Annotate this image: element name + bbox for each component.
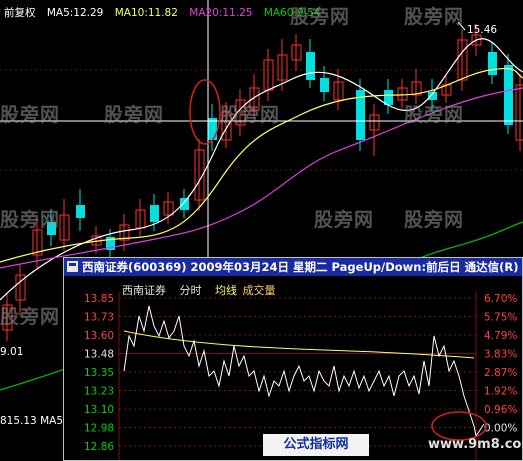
intraday-highlight-ellipse	[431, 411, 487, 441]
candle-body	[306, 52, 315, 80]
watermark-text: 股旁网	[290, 6, 351, 28]
price-mode-label: 前复权	[4, 7, 36, 19]
percent-tick: 4.79%	[484, 330, 517, 342]
watermark-text: 股旁网	[314, 209, 375, 231]
logo-badge: 公式指标网	[263, 434, 369, 456]
watermark-text: 股旁网	[0, 306, 61, 328]
candle	[76, 189, 85, 231]
time-share-label: 分时	[179, 284, 202, 297]
candle	[320, 66, 329, 101]
watermark-text: 股旁网	[220, 104, 281, 126]
percent-tick: 1.92%	[484, 386, 517, 398]
popup-title-bar[interactable]: 西南证券(600369) 2009年03月24日 星期二 PageUp/Down…	[64, 258, 522, 276]
candle	[135, 199, 146, 236]
candle-body	[504, 65, 513, 125]
avg-line-label: 均线	[215, 284, 237, 297]
candle	[504, 54, 513, 134]
candle	[208, 104, 217, 151]
percent-tick: 5.75%	[484, 312, 517, 324]
price-tick: 13.73	[84, 312, 114, 324]
intraday-popup[interactable]: 西南证券(600369) 2009年03月24日 星期二 PageUp/Down…	[63, 257, 523, 461]
candle-body	[384, 90, 393, 105]
volume-legend-label: 成交量	[242, 284, 276, 297]
candle	[180, 189, 189, 218]
watermark-text: 股旁网	[404, 104, 465, 126]
price-tick: 12.98	[84, 423, 114, 435]
candle	[306, 39, 315, 88]
low-price-label: 9.01	[0, 346, 23, 358]
percent-tick: 6.70%	[484, 293, 517, 305]
popup-title: 西南证券(600369) 2009年03月24日 星期二 PageUp/Down…	[82, 260, 519, 274]
window-icon	[67, 261, 78, 272]
candle	[488, 42, 497, 84]
candle	[263, 49, 274, 101]
watermark-text: 股旁网	[0, 104, 61, 126]
intraday-legend: 西南证券 分时 均线 成交量	[122, 282, 286, 298]
intraday-price-line	[123, 305, 485, 438]
candle-body	[76, 205, 85, 218]
candle	[291, 34, 302, 71]
candle	[515, 74, 523, 151]
price-tick: 13.85	[84, 293, 114, 305]
watermark-text: 股旁网	[0, 209, 61, 231]
watermark-text: 股旁网	[404, 209, 465, 231]
watermark-text: 股旁网	[104, 104, 165, 126]
price-tick: 13.23	[84, 386, 114, 398]
percent-tick: 0.00%	[484, 423, 517, 435]
intraday-chart[interactable]: 13.85 13.73 13.60 13.48 13.35 13.23 13.10 12.98…	[64, 276, 522, 460]
ma20-value: MA20:11.25	[189, 7, 253, 19]
ma10-line	[0, 67, 523, 263]
candle	[457, 29, 468, 91]
candle-body	[180, 198, 189, 210]
candle	[163, 192, 174, 224]
candle	[384, 79, 393, 114]
ma-legend: 前复权 MA5:12.29 MA10:11.82 MA20:11.25 MA60…	[4, 5, 328, 20]
stock-name-label: 西南证券	[122, 284, 166, 297]
site-label: www.9m8.com	[428, 437, 523, 452]
percent-tick: 2.87%	[484, 367, 517, 379]
price-tick: 13.48	[84, 349, 114, 361]
candle	[411, 69, 422, 104]
ma5-value: MA5:12.29	[46, 7, 104, 19]
candle	[59, 199, 70, 251]
candle	[369, 104, 380, 156]
candle-body	[488, 52, 497, 75]
candle-body	[320, 78, 329, 92]
price-tick: 12.86	[84, 441, 114, 453]
volume-label: 815.13 MA5	[0, 415, 63, 427]
watermark-text: 股旁网	[404, 6, 465, 28]
percent-tick: 0.96%	[484, 404, 517, 416]
highlight-ellipse	[189, 79, 221, 145]
percent-tick: 3.83%	[484, 349, 517, 361]
high-price-label: 15.46	[467, 24, 497, 36]
price-tick: 13.10	[84, 404, 114, 416]
candle-body	[150, 205, 159, 222]
price-tick: 13.35	[84, 367, 114, 379]
price-tick: 13.60	[84, 330, 114, 342]
ma10-value: MA10:11.82	[114, 7, 178, 19]
